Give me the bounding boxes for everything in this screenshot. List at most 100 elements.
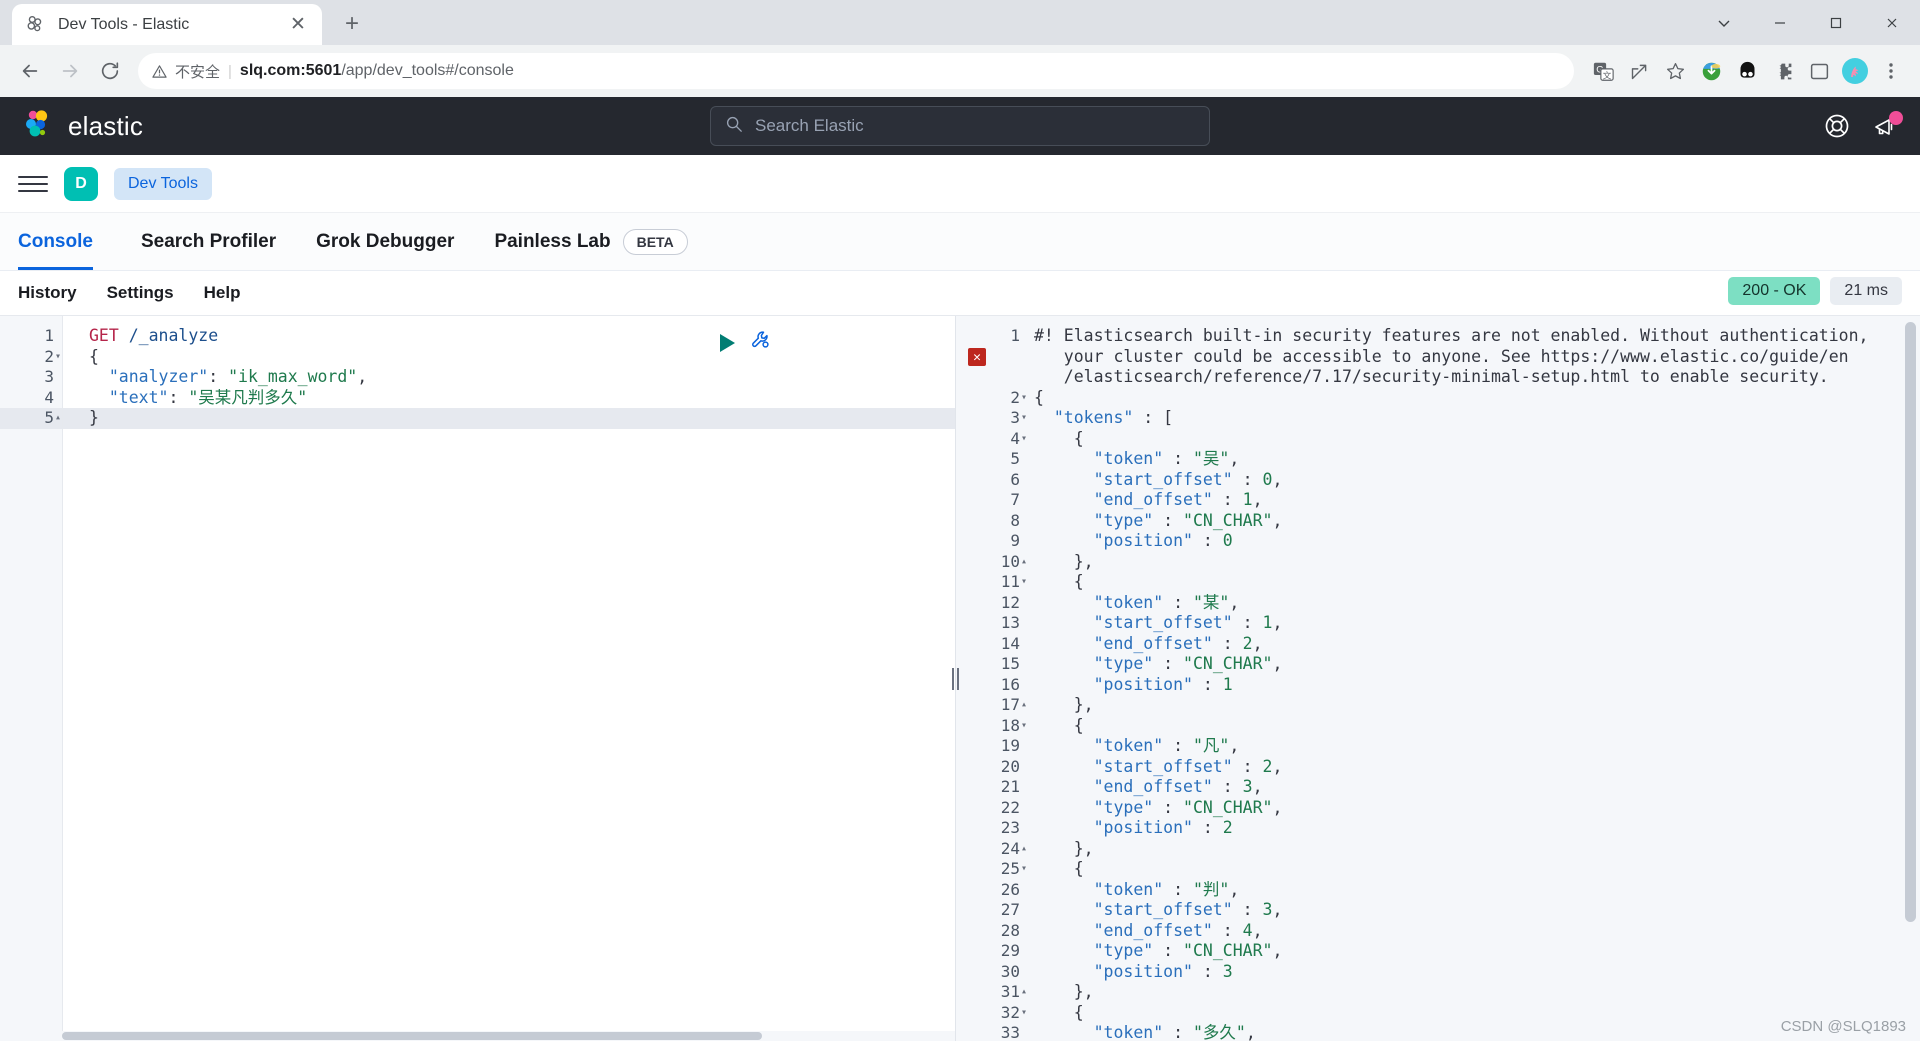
duration-badge: 21 ms xyxy=(1830,277,1902,305)
fold-toggle-icon[interactable]: ▴ xyxy=(1021,552,1027,573)
token-key: "start_offset" xyxy=(1034,900,1233,919)
code-line: "end_offset" : 2, xyxy=(1034,634,1920,655)
fold-toggle-icon[interactable]: ▾ xyxy=(1021,859,1027,880)
forward-arrow-icon[interactable] xyxy=(52,53,88,89)
tab-grok-debugger[interactable]: Grok Debugger xyxy=(296,213,474,270)
token-key: "analyzer" xyxy=(89,367,209,386)
browser-tab[interactable]: Dev Tools - Elastic ✕ xyxy=(12,4,322,45)
chevron-down-icon[interactable] xyxy=(1696,0,1752,45)
chrome-menu-icon[interactable] xyxy=(1874,54,1908,88)
omnibox-url-path: /app/dev_tools#/console xyxy=(341,62,514,79)
token-key: "type" xyxy=(1034,797,1154,817)
pane-resize-handle[interactable] xyxy=(948,666,962,692)
close-window-icon[interactable] xyxy=(1864,0,1920,45)
help-lifebuoy-icon[interactable] xyxy=(1824,113,1850,139)
code-line: "type" : "CN_CHAR", xyxy=(1034,654,1920,675)
token-punc: : xyxy=(1212,920,1243,940)
token-str: "某" xyxy=(1192,592,1230,612)
breadcrumb-dev-tools[interactable]: Dev Tools xyxy=(114,167,212,200)
idm-download-icon[interactable] xyxy=(1694,54,1728,88)
line-number: 14 xyxy=(1000,633,1020,653)
fold-toggle-icon[interactable]: ▾ xyxy=(1021,1003,1027,1024)
response-viewer[interactable]: #! Elasticsearch built-in security featu… xyxy=(1028,316,1920,1041)
google-translate-icon[interactable]: G 文 xyxy=(1586,54,1620,88)
elastic-brand[interactable]: elastic xyxy=(22,107,143,146)
token-str: "CN_CHAR" xyxy=(1183,941,1273,960)
fold-toggle-icon[interactable]: ▾ xyxy=(1021,429,1027,450)
request-editor-pane[interactable]: 1 2 ▾ 3 4 5 ▴ GET /_analyze{ "analyzer": "ik_m… xyxy=(0,316,955,1041)
browser-extension-icons: G 文 xyxy=(1586,54,1908,88)
response-scrollbar-thumb[interactable] xyxy=(1905,322,1916,922)
line-number: 11 ▾ xyxy=(1000,572,1027,593)
line-number: 18 ▾ xyxy=(1000,715,1027,737)
line-number: 24 ▴ xyxy=(1000,838,1027,860)
token-punc: { xyxy=(1034,572,1084,591)
sidepanel-icon[interactable] xyxy=(1802,54,1836,88)
browser-toolbar: 不安全 | slq.com:5601/app/dev_tools#/consol… xyxy=(0,45,1920,97)
search-input[interactable]: Search Elastic xyxy=(710,106,1210,146)
global-search[interactable]: Search Elastic xyxy=(710,106,1210,146)
line-number: 15 xyxy=(1000,654,1020,673)
fold-toggle-icon[interactable]: ▴ xyxy=(1021,839,1027,860)
tab-search-profiler[interactable]: Search Profiler xyxy=(121,213,296,270)
new-tab-button[interactable]: + xyxy=(334,6,370,42)
news-megaphone-icon[interactable] xyxy=(1872,111,1903,139)
response-pane[interactable]: ✕ 1 2 ▾ 3 ▾ 4 ▾ 5 6 7 8 9 10 ▴ 11 ▾ 12 13 14 15 16 17 ▴ 18 ▾ 19 20… xyxy=(955,316,1920,1041)
space-avatar[interactable]: D xyxy=(64,166,98,201)
subnav-history[interactable]: History xyxy=(18,283,77,303)
close-icon[interactable]: ✕ xyxy=(286,13,310,37)
fold-toggle-icon[interactable]: ▾ xyxy=(55,347,61,368)
token-key: "token" xyxy=(1034,449,1164,468)
wrench-icon[interactable] xyxy=(749,328,773,357)
subnav-settings[interactable]: Settings xyxy=(107,283,174,303)
subnav-help[interactable]: Help xyxy=(204,283,241,303)
reload-icon[interactable] xyxy=(92,53,128,89)
line-number: 3 xyxy=(44,367,54,386)
line-number: 21 xyxy=(1000,777,1020,796)
fold-toggle-icon[interactable]: ▴ xyxy=(55,408,61,429)
request-actions xyxy=(720,328,773,357)
token-punc: , xyxy=(1252,777,1263,796)
line-number: 20 xyxy=(1000,756,1020,776)
share-icon[interactable] xyxy=(1622,54,1656,88)
window-controls xyxy=(1696,0,1920,45)
token-punc: , xyxy=(1272,613,1283,632)
line-number: 22 xyxy=(1000,797,1020,817)
token-punc: , xyxy=(1272,941,1283,960)
line-number: 23 xyxy=(1000,818,1020,837)
token-punc: : xyxy=(1153,797,1184,817)
code-line: }, xyxy=(1034,839,1920,860)
line-number: 8 xyxy=(1010,510,1020,530)
token-key: "type" xyxy=(1034,510,1154,530)
fold-toggle-icon[interactable]: ▾ xyxy=(1021,388,1027,409)
token-punc: : [ xyxy=(1133,408,1174,427)
minimize-icon[interactable] xyxy=(1752,0,1808,45)
address-bar[interactable]: 不安全 | slq.com:5601/app/dev_tools#/consol… xyxy=(138,53,1574,89)
profile-avatar-icon[interactable] xyxy=(1838,54,1872,88)
bookmark-star-icon[interactable] xyxy=(1658,54,1692,88)
line-number: 7 xyxy=(1010,490,1020,509)
tab-painless-lab[interactable]: Painless Lab BETA xyxy=(474,213,707,270)
fold-toggle-icon[interactable]: ▴ xyxy=(1021,695,1027,716)
fold-toggle-icon[interactable]: ▾ xyxy=(1021,572,1027,593)
token-punc: : xyxy=(1163,449,1193,468)
code-line: "position" : 3 xyxy=(1034,962,1920,983)
fold-toggle-icon[interactable]: ▾ xyxy=(1021,716,1027,737)
response-line-numbers: ✕ 1 2 ▾ 3 ▾ 4 ▾ 5 6 7 8 9 10 ▴ 11 ▾ 12 13 14 15 16 17 ▴ 18 ▾ 19 20… xyxy=(956,316,1028,1041)
token-punc: , xyxy=(1229,736,1240,755)
request-horizontal-scrollbar[interactable] xyxy=(62,1031,955,1041)
fold-toggle-icon[interactable]: ▾ xyxy=(1021,408,1027,429)
search-placeholder: Search Elastic xyxy=(755,116,864,135)
tab-console[interactable]: Console xyxy=(18,213,121,270)
back-arrow-icon[interactable] xyxy=(12,53,48,89)
line-number: 13 xyxy=(1000,613,1020,632)
extension-dark-icon[interactable] xyxy=(1730,54,1764,88)
extensions-puzzle-icon[interactable] xyxy=(1766,54,1800,88)
response-scrollbar[interactable] xyxy=(1905,318,1918,1039)
hamburger-menu-icon[interactable] xyxy=(18,169,48,199)
maximize-icon[interactable] xyxy=(1808,0,1864,45)
play-run-icon[interactable] xyxy=(720,333,735,352)
request-editor[interactable]: GET /_analyze{ "analyzer": "ik_max_word"… xyxy=(62,316,955,1041)
fold-toggle-icon[interactable]: ▴ xyxy=(1021,982,1027,1003)
line-number: 5 xyxy=(1010,449,1020,468)
